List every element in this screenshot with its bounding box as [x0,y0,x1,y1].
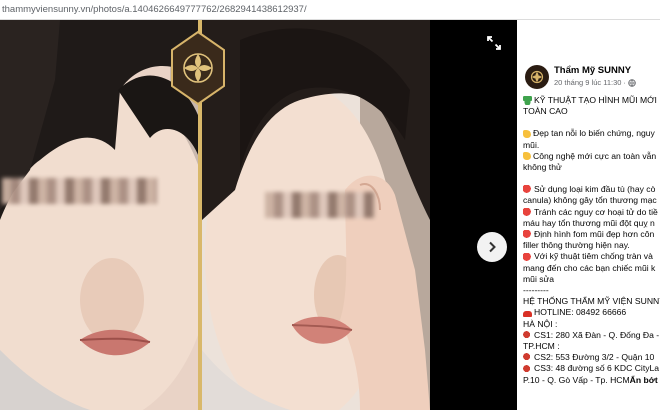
post-line-text: mang đến cho các bạn chiếc mũi k [523,262,656,273]
post-line-text: HOTLINE: 08492 66666 [534,307,627,318]
pin-emoji-icon [523,185,532,195]
pin-emoji-icon [523,207,532,217]
face-censor-blur-left [2,178,157,204]
next-photo-button[interactable] [477,232,507,262]
post-line-text: TP.HCM : [523,341,560,352]
post-line: Định hình fom mũi đẹp hơn côn [523,229,660,240]
post-line-text: Công nghệ mới cực an toàn vẫn [533,150,657,161]
post-line-text: P.10 - Q. Gò Vấp - Tp. HCM [523,374,630,385]
post-line-text: không thử [523,162,562,173]
phone-emoji-icon [523,311,532,318]
before-after-photo[interactable] [0,20,430,410]
post-line-text: TOÀN CAO [523,106,568,117]
post-line: --------- [523,285,660,296]
post-line: không thử [523,162,660,173]
post-details-panel: Thẩm Mỹ SUNNY 20 tháng 9 lúc 11:30 · KỸ … [517,20,660,410]
post-line: TOÀN CAO [523,106,660,117]
post-line-text: máu hay tổn thương mũi đột quỵ n [523,217,655,228]
post-line-text: CS2: 553 Đường 3/2 - Quận 10 [534,352,655,363]
post-line-text: CS3: 48 đường số 6 KDC CityLa [534,363,660,374]
post-line: CS3: 48 đường số 6 KDC CityLa [523,363,660,374]
post-line: KỸ THUẬT TẠO HÌNH MŨI MỚI [523,95,660,106]
page-name-link[interactable]: Thẩm Mỹ SUNNY [554,65,636,77]
post-timestamp[interactable]: 20 tháng 9 lúc 11:30 · [554,77,636,88]
expand-arrows-icon [487,36,501,50]
post-line: mang đến cho các bạn chiếc mũi k [523,263,660,274]
pin-emoji-icon [523,252,532,262]
globe-icon [628,78,636,87]
post-line: CS1: 280 Xã Đàn - Q. Đống Đa - [523,330,660,341]
post-line: Sử dụng loại kim đầu tù (hay cò [523,184,660,195]
lotus-logo-icon [530,70,544,84]
post-line: mũi sửa [523,274,660,285]
post-line-text: Đẹp tan nỗi lo biến chứng, nguy [533,128,655,139]
post-line-text: CS1: 280 Xã Đàn - Q. Đống Đa - [534,329,660,340]
post-line: Tránh các nguy cơ hoại tử do tiề [523,207,660,218]
post-line-text: HÀ NỘI : [523,318,558,329]
photo-viewer [0,20,517,410]
pin2-emoji-icon [523,364,532,374]
post-line: P.10 - Q. Gò Vấp - Tp. HCM Ẩn bớt [523,375,660,386]
post-line-text: mũi. [523,139,540,150]
post-line: TP.HCM : [523,341,660,352]
post-line-text: KỸ THUẬT TẠO HÌNH MŨI MỚI [534,95,657,105]
url-text: thammyviensunny.vn/photos/a.140462664977… [2,4,307,15]
address-bar[interactable]: thammyviensunny.vn/photos/a.140462664977… [0,0,660,20]
post-line: HỆ THỐNG THẨM MỸ VIỆN SUNNY [523,296,660,307]
thumb-emoji-icon [523,130,531,138]
post-line: filler thông thường hiện nay. [523,240,660,251]
post-line: CS2: 553 Đường 3/2 - Quận 10 [523,352,660,363]
thumb-emoji-icon [523,152,531,161]
pin2-emoji-icon [523,330,532,340]
post-header: Thẩm Mỹ SUNNY 20 tháng 9 lúc 11:30 · [525,65,660,89]
chevron-right-icon [489,241,496,253]
post-line: HÀ NỘI : [523,319,660,330]
post-line: canula) không gây tổn thương mạc [523,195,660,206]
timestamp-text: 20 tháng 9 lúc 11:30 [554,78,622,87]
post-line-text: Sử dụng loại kim đầu tù (hay cò [534,184,656,195]
page-avatar[interactable] [525,65,549,89]
post-line-text: --------- [523,285,549,296]
post-line: HOTLINE: 08492 66666 [523,307,660,318]
pin2-emoji-icon [523,353,532,363]
post-line: mũi. [523,140,660,151]
clover-emoji-icon [523,96,532,106]
post-line-text: mũi sửa [523,273,555,284]
post-line-text: Với kỹ thuật tiêm chống tràn và [534,251,653,262]
post-line: máu hay tổn thương mũi đột quỵ n [523,218,660,229]
post-line: Đẹp tan nỗi lo biến chứng, nguy [523,128,660,139]
post-line-text: HỆ THỐNG THẨM MỸ VIỆN SUNNY [523,296,660,307]
see-less-link[interactable]: Ẩn bớt [630,375,658,386]
post-line-text: Định hình fom mũi đẹp hơn côn [534,229,655,240]
post-line-text: Tránh các nguy cơ hoại tử do tiề [534,206,658,217]
face-censor-blur-right [265,192,375,218]
fullscreen-button[interactable] [483,32,505,54]
pin-emoji-icon [523,230,532,240]
post-line: Công nghệ mới cực an toàn vẫn [523,151,660,162]
post-text: KỸ THUẬT TẠO HÌNH MŨI MỚI TOÀN CAO Đẹp tan… [523,95,660,386]
lotus-watermark-logo [168,28,228,108]
post-line-text: canula) không gây tổn thương mạc [523,195,657,206]
post-line-text: filler thông thường hiện nay. [523,240,630,251]
post-line: Với kỹ thuật tiêm chống tràn và [523,251,660,262]
